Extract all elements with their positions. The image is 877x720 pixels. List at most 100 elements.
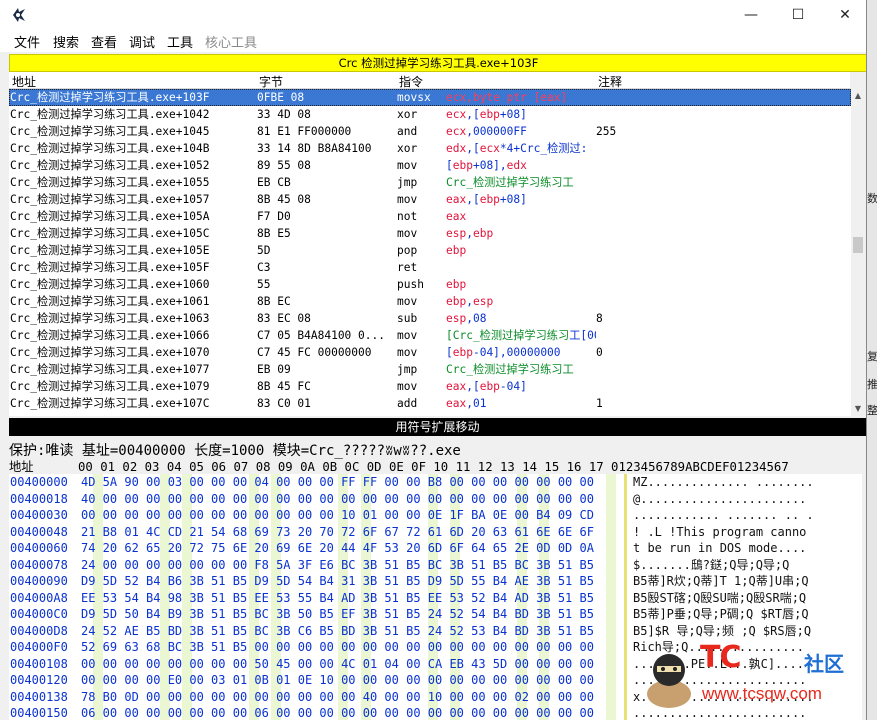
disasm-row[interactable]: Crc_检测过掉学习练习工具.exe+1045 81 E1 FF000000 and… bbox=[9, 123, 851, 140]
scroll-up-icon[interactable]: ▲ bbox=[851, 89, 865, 103]
operand-token: ,[ bbox=[466, 108, 480, 121]
menu-tools[interactable]: 工具 bbox=[167, 32, 193, 51]
disasm-row[interactable]: Crc_检测过掉学习练习工具.exe+105C 8B E5 mov esp,ebp bbox=[9, 225, 851, 242]
disasm-row[interactable]: Crc_检测过掉学习练习工具.exe+103F 0FBE 08 movsx ecx,b… bbox=[9, 89, 851, 106]
disasm-opcode: mov bbox=[397, 227, 418, 240]
operand-token: eax bbox=[446, 193, 467, 206]
menu-bar: 文件 搜索 查看 调试 工具 核心工具 bbox=[0, 30, 866, 52]
disasm-row[interactable]: Crc_检测过掉学习练习工具.exe+104B 33 14 8D B8A84100… bbox=[9, 140, 851, 157]
disasm-row[interactable]: Crc_检测过掉学习练习工具.exe+1066 C7 05 B4A84100 0.… bbox=[9, 327, 851, 344]
disasm-operands: ecx,byte ptr [eax] bbox=[446, 89, 596, 106]
disasm-opcode: jmp bbox=[397, 363, 418, 376]
disasm-operands: eax,[ebp-04] bbox=[446, 378, 596, 395]
disasm-opcode: sub bbox=[397, 312, 418, 325]
hex-ascii: ............ ....... .. . bbox=[633, 508, 814, 522]
disasm-opcode: xor bbox=[397, 108, 418, 121]
disasm-row[interactable]: Crc_检测过掉学习练习工具.exe+105A F7 D0 not eax bbox=[9, 208, 851, 225]
disasm-address: Crc_检测过掉学习练习工具.exe+105F bbox=[10, 261, 210, 274]
operand-token: [ bbox=[446, 346, 453, 359]
operand-token: ,08 bbox=[466, 312, 487, 325]
disasm-row[interactable]: Crc_检测过掉学习练习工具.exe+1055 EB CB jmp Crc_检测过掉学… bbox=[9, 174, 851, 191]
minimize-button[interactable]: — bbox=[728, 0, 774, 30]
disassembly-list[interactable]: Crc_检测过掉学习练习工具.exe+103F 0FBE 08 movsx ecx,b… bbox=[9, 89, 851, 416]
hex-address: 00400078 bbox=[10, 557, 68, 572]
disasm-row[interactable]: Crc_检测过掉学习练习工具.exe+1042 33 4D 08 xor ecx,[e… bbox=[9, 106, 851, 123]
operand-token: ebp bbox=[452, 159, 473, 172]
disasm-bytes: EB CB bbox=[257, 176, 291, 189]
disasm-bytes: 8B 45 FC bbox=[257, 380, 311, 393]
symbol-scroll-bar[interactable]: 用符号扩展移动 bbox=[9, 418, 866, 436]
operand-token: esp bbox=[446, 227, 467, 240]
disasm-bytes: 8B E5 bbox=[257, 227, 291, 240]
operand-token: [Crc_检测过掉学习练习 bbox=[446, 329, 570, 342]
disasm-operands: esp,ebp bbox=[446, 225, 596, 242]
disasm-row[interactable]: Crc_检测过掉学习练习工具.exe+1052 89 55 08 mov [ebp+0… bbox=[9, 157, 851, 174]
hex-ascii: B5蒂]R炊;Q蒂]T 1;Q蒂]U串;Q bbox=[633, 574, 809, 588]
menu-kernel-tools[interactable]: 核心工具 bbox=[205, 32, 257, 51]
operand-token: ebp bbox=[446, 244, 467, 257]
maximize-button[interactable]: ☐ bbox=[775, 0, 821, 30]
disasm-operands: ebp,esp bbox=[446, 293, 596, 310]
disassembly-scrollbar[interactable]: ▲ ▼ bbox=[851, 89, 865, 416]
disasm-row[interactable]: Crc_检测过掉学习练习工具.exe+1060 55 push ebp bbox=[9, 276, 851, 293]
hex-bytes: 00 00 00 00 E0 00 03 01 0B 01 0E 10 00 0… bbox=[81, 673, 594, 687]
operand-token: ,000000FF bbox=[466, 125, 527, 138]
hex-column-band bbox=[605, 474, 616, 720]
menu-file[interactable]: 文件 bbox=[14, 32, 40, 51]
disasm-row[interactable]: Crc_检测过掉学习练习工具.exe+105E 5D pop ebp bbox=[9, 242, 851, 259]
title-bar[interactable]: — ☐ ✕ bbox=[0, 0, 866, 30]
disasm-address: Crc_检测过掉学习练习工具.exe+1052 bbox=[10, 159, 210, 172]
menu-search[interactable]: 搜索 bbox=[53, 32, 79, 51]
debugger-window: — ☐ ✕ 文件 搜索 查看 调试 工具 核心工具 Crc 检测过掉学习练习工具… bbox=[0, 0, 867, 720]
disasm-operands: [Crc_检测过掉学习练习工[00000001] bbox=[446, 327, 596, 344]
operand-token: ,[ bbox=[466, 142, 480, 155]
disasm-operands: ecx,000000FF bbox=[446, 123, 596, 140]
disasm-opcode: mov bbox=[397, 159, 418, 172]
disasm-operands: eax bbox=[446, 208, 596, 225]
col-opcode[interactable]: 指令 bbox=[399, 73, 423, 90]
operand-token: eax bbox=[446, 397, 467, 410]
col-address[interactable]: 地址 bbox=[12, 73, 36, 90]
operand-token: ,[ bbox=[466, 193, 480, 206]
disasm-row[interactable]: Crc_检测过掉学习练习工具.exe+1057 8B 45 08 mov eax,[e… bbox=[9, 191, 851, 208]
disasm-bytes: F7 D0 bbox=[257, 210, 291, 223]
disasm-row[interactable]: Crc_检测过掉学习练习工具.exe+1061 8B EC mov ebp,esp bbox=[9, 293, 851, 310]
operand-token: edx bbox=[446, 142, 467, 155]
menu-view[interactable]: 查看 bbox=[91, 32, 117, 51]
disasm-bytes: 83 EC 08 bbox=[257, 312, 311, 325]
disasm-opcode: and bbox=[397, 125, 418, 138]
scroll-thumb[interactable] bbox=[853, 237, 863, 253]
disasm-row[interactable]: Crc_检测过掉学习练习工具.exe+1070 C7 45 FC 00000000… bbox=[9, 344, 851, 361]
hex-bytes: D9 5D 52 B4 B6 3B 51 B5 D9 5D 54 B4 31 3… bbox=[81, 574, 594, 588]
disasm-row[interactable]: Crc_检测过掉学习练习工具.exe+1077 EB 09 jmp Crc_检测过掉学… bbox=[9, 361, 851, 378]
disasm-operands: ecx,[ebp+08] bbox=[446, 106, 596, 123]
disasm-row[interactable]: Crc_检测过掉学习练习工具.exe+1063 83 EC 08 sub esp,08… bbox=[9, 310, 851, 327]
col-bytes[interactable]: 字节 bbox=[259, 73, 283, 90]
hex-address: 00400060 bbox=[10, 541, 68, 555]
hex-address: 00400120 bbox=[10, 673, 68, 687]
hex-address: 00400150 bbox=[10, 706, 68, 720]
hex-address: 00400000 bbox=[10, 475, 68, 489]
disasm-address: Crc_检测过掉学习练习工具.exe+1057 bbox=[10, 193, 210, 206]
disasm-address: Crc_检测过掉学习练习工具.exe+1066 bbox=[10, 329, 210, 342]
disasm-operands: [ebp-04],00000000 bbox=[446, 344, 596, 361]
operand-token: ebp bbox=[446, 295, 467, 308]
disasm-bytes: 83 C0 01 bbox=[257, 397, 311, 410]
menu-debug[interactable]: 调试 bbox=[129, 32, 155, 51]
col-comment[interactable]: 注释 bbox=[598, 73, 622, 90]
disasm-row[interactable]: Crc_检测过掉学习练习工具.exe+107C 83 C0 01 add eax,01… bbox=[9, 395, 851, 412]
disasm-operands: ebp bbox=[446, 242, 596, 259]
disasm-opcode: mov bbox=[397, 329, 418, 342]
scroll-down-icon[interactable]: ▼ bbox=[851, 402, 865, 416]
disasm-bytes: 55 bbox=[257, 278, 271, 291]
disasm-address: Crc_检测过掉学习练习工具.exe+1042 bbox=[10, 108, 210, 121]
hex-bytes: 24 52 AE B5 BD 3B 51 B5 BC 3B C6 B5 BD 3… bbox=[81, 623, 594, 638]
disasm-row[interactable]: Crc_检测过掉学习练习工具.exe+1079 8B 45 FC mov eax,[e… bbox=[9, 378, 851, 395]
close-button[interactable]: ✕ bbox=[822, 0, 866, 30]
watermark: TC 社区 www.tcsqw.com bbox=[636, 636, 868, 720]
disasm-row[interactable]: Crc_检测过掉学习练习工具.exe+105F C3 ret bbox=[9, 259, 851, 276]
disasm-bytes: 8B EC bbox=[257, 295, 291, 308]
hex-bytes: D9 5D 50 B4 B9 3B 51 B5 BC 3B 50 B5 EF 3… bbox=[81, 607, 594, 621]
hex-address: 004000A8 bbox=[10, 590, 68, 605]
hex-bytes: 52 69 63 68 BC 3B 51 B5 00 00 00 00 00 0… bbox=[81, 640, 594, 654]
